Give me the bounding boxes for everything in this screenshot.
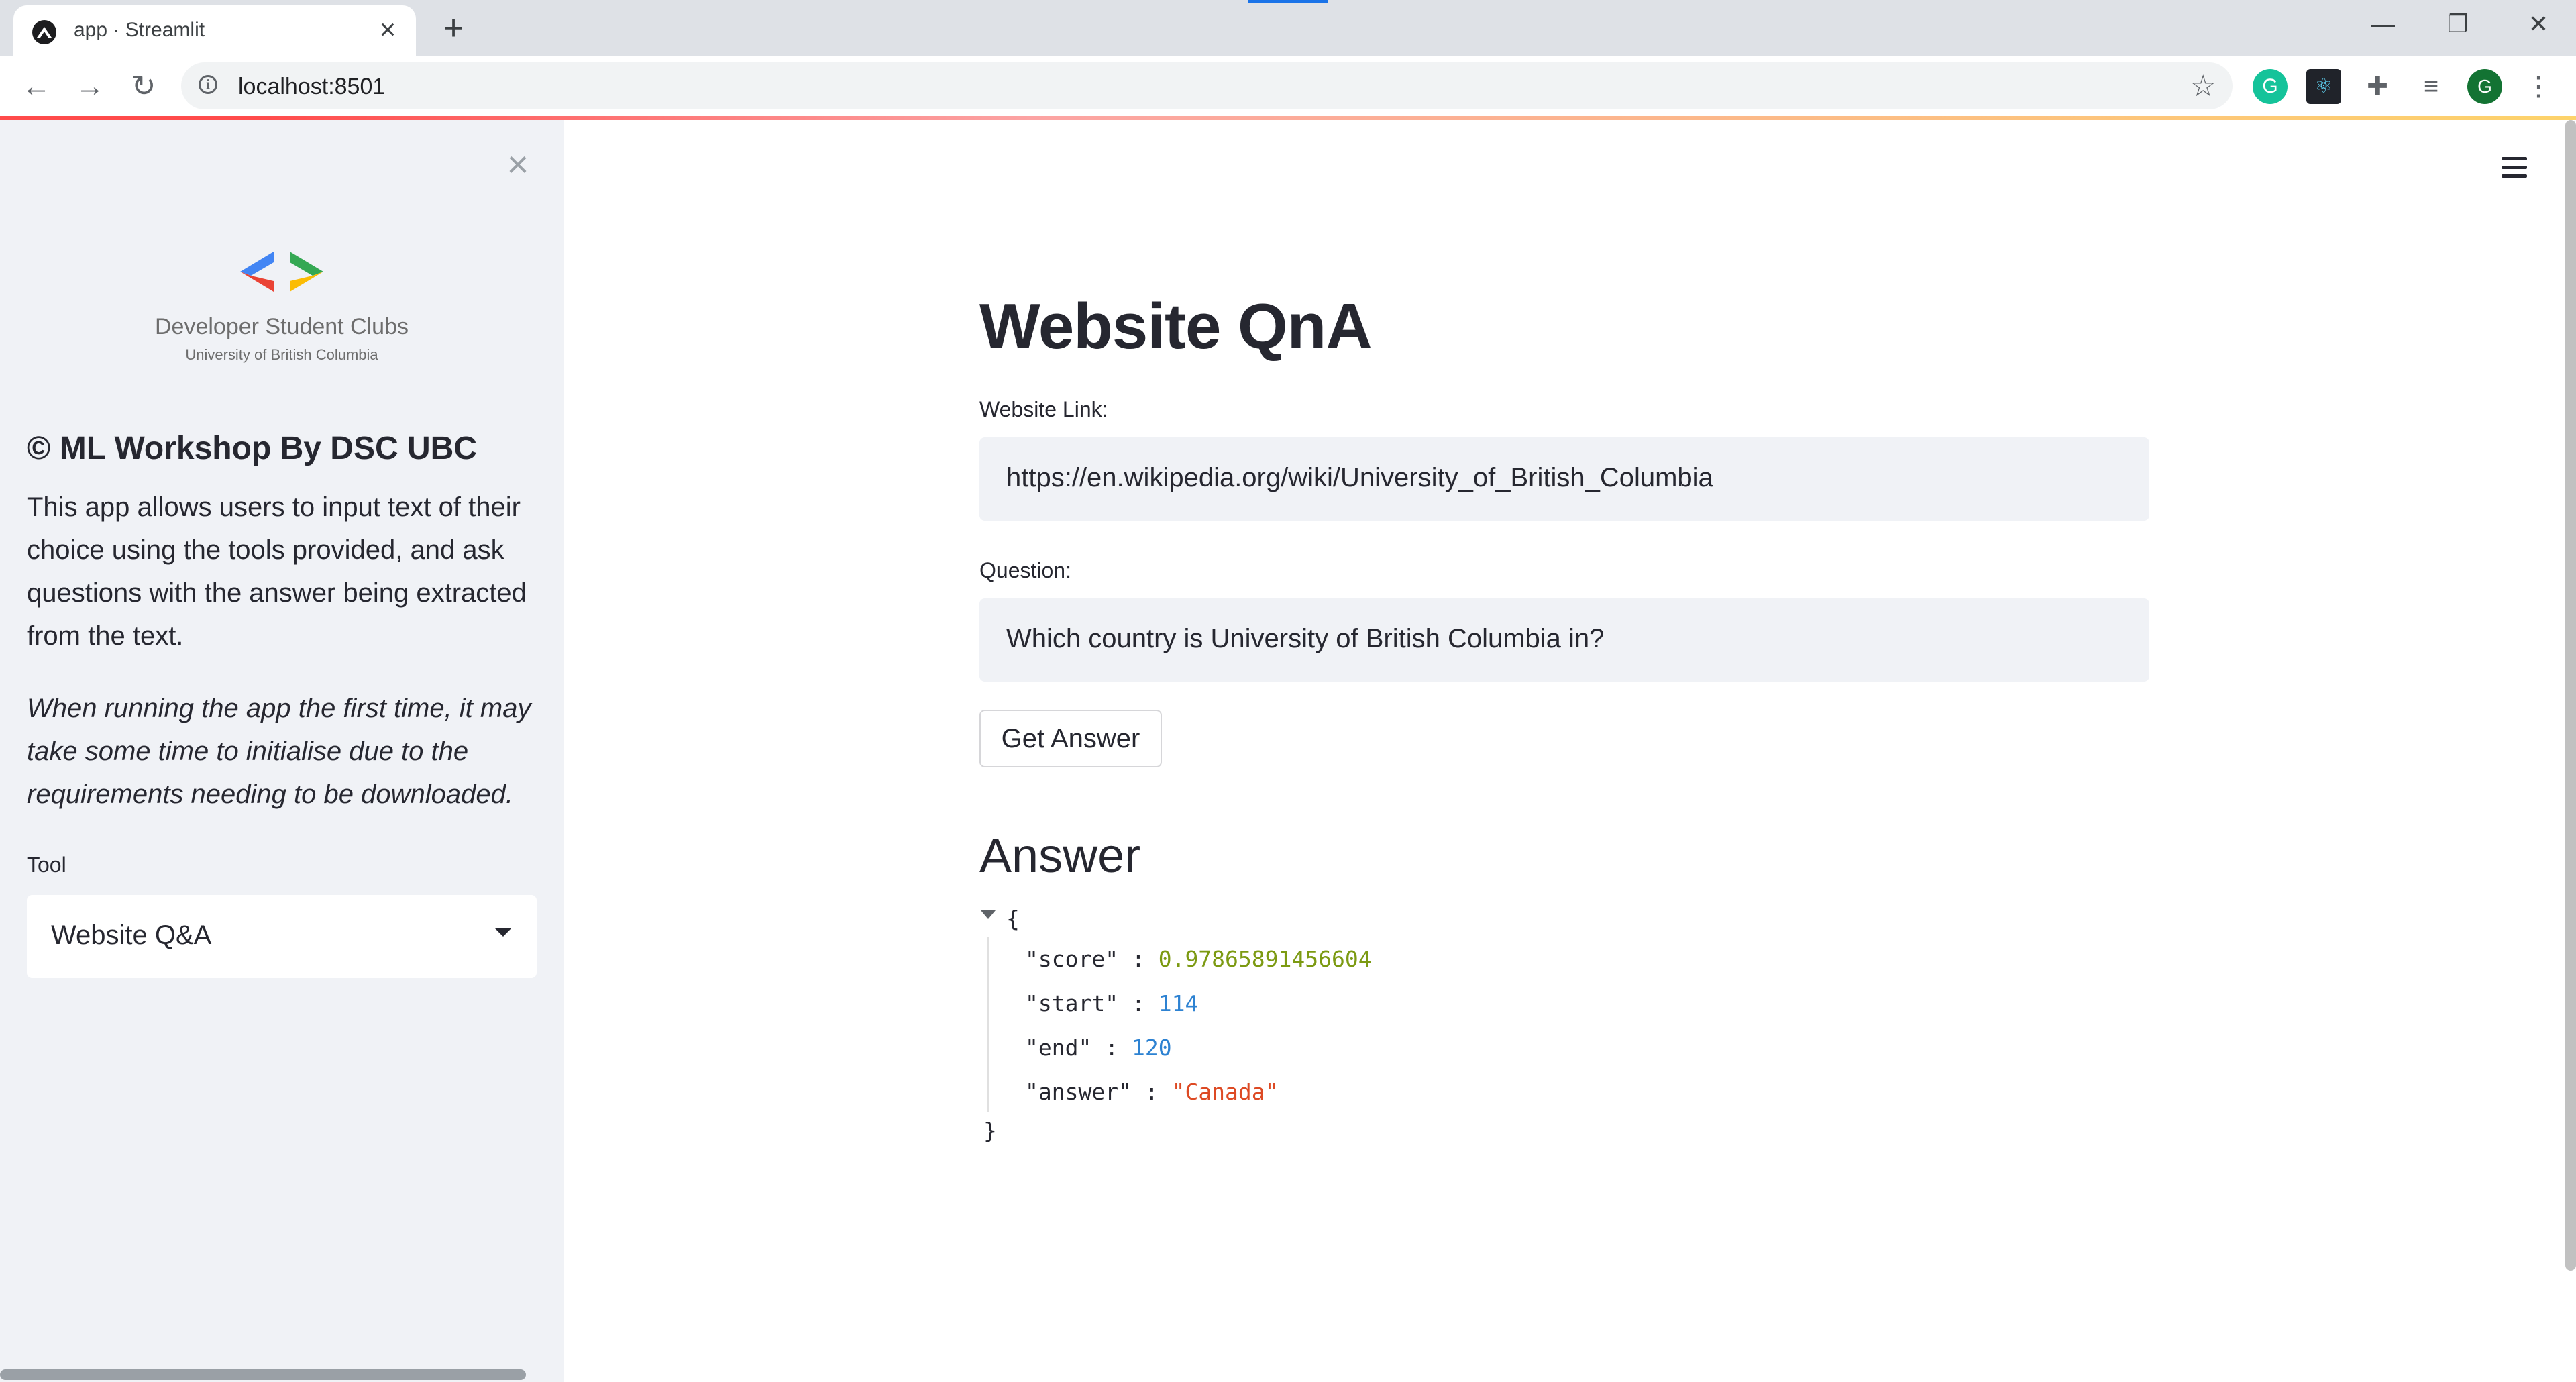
json-key: "end" bbox=[1025, 1034, 1092, 1061]
dsc-logo-icon bbox=[0, 248, 564, 299]
question-label: Question: bbox=[979, 558, 1071, 582]
logo-title: Developer Student Clubs bbox=[154, 314, 409, 339]
sidebar: × Developer Student Clubs University of … bbox=[0, 120, 564, 1382]
sidebar-horizontal-scrollbar[interactable] bbox=[0, 1369, 526, 1380]
site-info-icon[interactable]: i bbox=[199, 75, 217, 94]
media-queue-icon[interactable]: ≡ bbox=[2414, 69, 2449, 104]
tool-label: Tool bbox=[27, 853, 66, 877]
sidebar-note: When running the app the first time, it … bbox=[27, 694, 531, 809]
json-key: "score" bbox=[1025, 946, 1119, 972]
json-end-value: 120 bbox=[1131, 1034, 1172, 1061]
json-row-answer: "answer" : "Canada" bbox=[1025, 1079, 1279, 1105]
json-start-value: 114 bbox=[1158, 990, 1199, 1016]
json-collapse-icon[interactable] bbox=[981, 910, 996, 919]
react-devtools-extension-icon[interactable]: ⚛ bbox=[2306, 69, 2341, 104]
grammarly-extension-icon[interactable]: G bbox=[2253, 69, 2288, 104]
tool-select[interactable]: Website Q&A bbox=[27, 895, 537, 978]
page-scrollbar[interactable] bbox=[2565, 120, 2576, 1271]
sidebar-close-icon[interactable]: × bbox=[499, 146, 537, 183]
streamlit-favicon-icon bbox=[32, 20, 56, 44]
question-value: Which country is University of British C… bbox=[1006, 624, 1605, 653]
website-link-label: Website Link: bbox=[979, 397, 1108, 421]
browser-toolbar: ← → ↻ i localhost:8501 ☆ G ⚛ ✚ ≡ G ⋮ bbox=[0, 56, 2576, 116]
get-answer-button[interactable]: Get Answer bbox=[979, 710, 1162, 767]
json-close-brace: } bbox=[983, 1118, 997, 1144]
json-indent-guide bbox=[987, 937, 989, 1112]
back-arrow-icon[interactable]: ← bbox=[16, 66, 56, 107]
profile-avatar[interactable]: G bbox=[2467, 69, 2502, 104]
browser-menu-icon[interactable]: ⋮ bbox=[2521, 69, 2556, 104]
answer-heading: Answer bbox=[979, 829, 1141, 883]
json-separator: : bbox=[1144, 1079, 1159, 1105]
reload-icon[interactable]: ↻ bbox=[123, 66, 164, 107]
json-separator: : bbox=[1105, 1034, 1119, 1061]
bookmark-star-icon[interactable]: ☆ bbox=[2190, 69, 2216, 103]
browser-tab-bar: app · Streamlit × + — ❐ ✕ bbox=[0, 0, 2576, 56]
hamburger-menu-icon[interactable] bbox=[2500, 153, 2529, 182]
json-row-end: "end" : 120 bbox=[1025, 1034, 1172, 1061]
minimize-button[interactable]: — bbox=[2345, 0, 2420, 48]
json-score-value: 0.97865891456604 bbox=[1158, 946, 1372, 972]
json-key: "start" bbox=[1025, 990, 1119, 1016]
new-tab-button[interactable]: + bbox=[435, 9, 472, 47]
browser-tab[interactable]: app · Streamlit × bbox=[13, 5, 416, 56]
window-accent-indicator bbox=[1248, 0, 1328, 3]
tool-select-value: Website Q&A bbox=[51, 920, 212, 950]
json-row-score: "score" : 0.97865891456604 bbox=[1025, 946, 1372, 972]
caret-down-icon bbox=[495, 928, 511, 937]
website-link-value: https://en.wikipedia.org/wiki/University… bbox=[1006, 463, 1713, 492]
restore-button[interactable]: ❐ bbox=[2420, 0, 2496, 48]
window-close-button[interactable]: ✕ bbox=[2501, 0, 2576, 48]
sidebar-description: This app allows users to input text of t… bbox=[27, 492, 527, 651]
question-input[interactable]: Which country is University of British C… bbox=[979, 598, 2149, 682]
json-answer-value: "Canada" bbox=[1171, 1079, 1279, 1105]
json-row-start: "start" : 114 bbox=[1025, 990, 1198, 1016]
page-title: Website QnA bbox=[979, 290, 1373, 362]
url-text[interactable]: localhost:8501 bbox=[238, 74, 385, 100]
address-bar[interactable]: i localhost:8501 ☆ bbox=[181, 62, 2233, 109]
logo-subtitle: University of British Columbia bbox=[185, 346, 378, 363]
website-link-input[interactable]: https://en.wikipedia.org/wiki/University… bbox=[979, 437, 2149, 521]
sidebar-heading: © ML Workshop By DSC UBC bbox=[27, 431, 477, 466]
json-open-brace: { bbox=[1006, 906, 1020, 932]
tab-close-icon[interactable]: × bbox=[373, 15, 402, 44]
json-separator: : bbox=[1131, 946, 1145, 972]
json-separator: : bbox=[1131, 990, 1145, 1016]
forward-arrow-icon[interactable]: → bbox=[70, 66, 110, 107]
json-key: "answer" bbox=[1025, 1079, 1132, 1105]
tab-title: app · Streamlit bbox=[74, 19, 205, 41]
extensions-puzzle-icon[interactable]: ✚ bbox=[2360, 69, 2395, 104]
